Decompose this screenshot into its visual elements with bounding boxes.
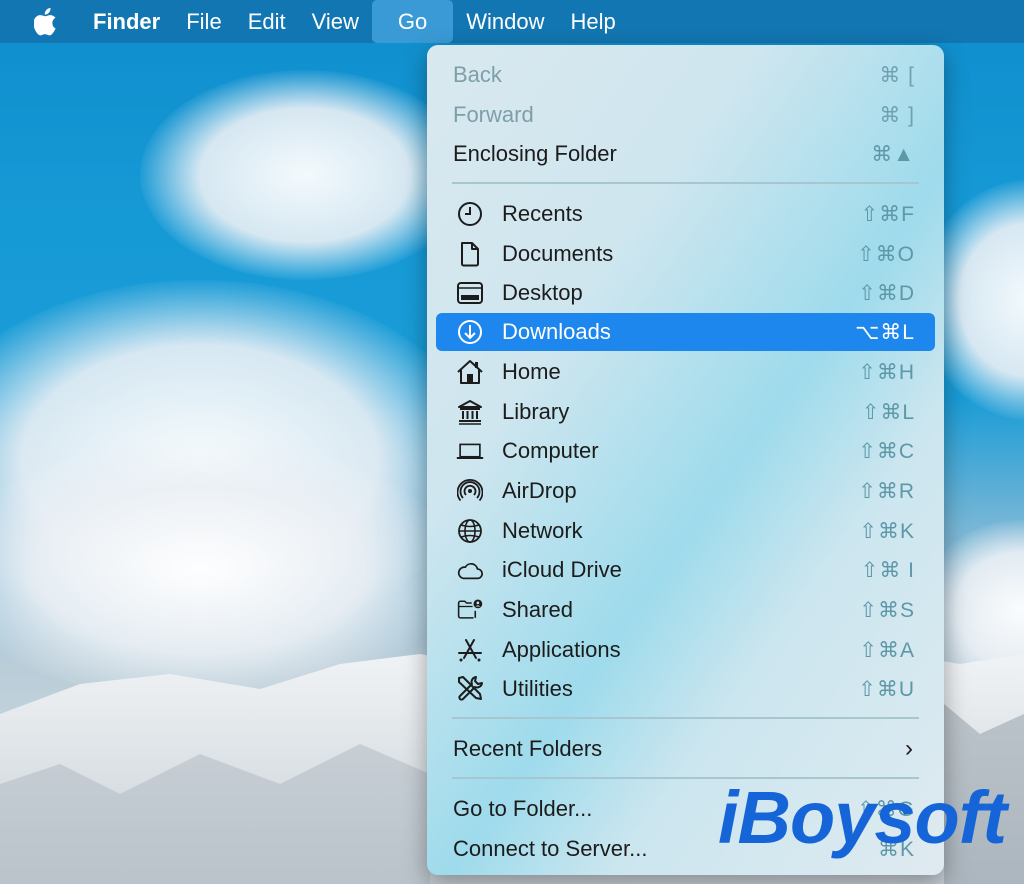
clock-icon [456,200,484,228]
shortcut: ⇧⌘S [859,598,915,622]
home-icon [456,358,484,386]
menu-file[interactable]: File [173,0,234,43]
shortcut: ⇧⌘U [858,677,915,701]
shortcut: ⇧⌘D [858,281,915,305]
menu-item-label: Downloads [502,319,611,344]
menu-item-recent-folders[interactable]: Recent Folders › [436,730,935,768]
menu-item-label: Desktop [502,280,583,305]
menu-item-label: Computer [502,438,599,463]
shortcut: ⇧⌘K [859,519,915,543]
menu-item-icloud-drive[interactable]: iCloud Drive ⇧⌘ I [436,551,935,589]
menu-edit[interactable]: Edit [235,0,299,43]
menu-item-downloads[interactable]: Downloads ⌥⌘L [436,313,935,351]
menu-item-label: Utilities [502,676,573,701]
menu-item-label: Enclosing Folder [453,141,617,166]
menu-item-desktop[interactable]: Desktop ⇧⌘D [436,274,935,312]
menu-item-utilities[interactable]: Utilities ⇧⌘U [436,670,935,708]
menu-item-label: Recent Folders [453,736,603,761]
menu-item-label: Back [453,62,502,87]
menu-item-label: Library [502,399,570,424]
menu-item-applications[interactable]: Applications ⇧⌘A [436,631,935,669]
menu-separator [452,717,919,719]
shortcut: ⇧⌘A [859,638,915,662]
menu-item-library[interactable]: Library ⇧⌘L [436,393,935,431]
shortcut: ⇧⌘F [860,202,915,226]
iboysoft-watermark: iBoysoft [718,776,1007,859]
menu-item-shared[interactable]: Shared ⇧⌘S [436,591,935,629]
menu-item-label: iCloud Drive [502,557,622,582]
shortcut: ⇧⌘ I [860,558,915,582]
airdrop-icon [456,477,484,505]
go-menu-dropdown: Back ⌘ [ Forward ⌘ ] Enclosing Folder ⌘▲… [427,45,944,875]
apple-menu[interactable] [0,0,80,43]
menu-item-label: Recents [502,201,583,226]
menu-finder[interactable]: Finder [80,0,173,43]
menu-item-home[interactable]: Home ⇧⌘H [436,353,935,391]
menu-item-label: Home [502,359,561,384]
shortcut: ⇧⌘L [861,400,915,424]
document-icon [456,240,484,268]
download-icon [456,318,484,346]
menu-item-label: Shared [502,597,573,622]
menu-item-back[interactable]: Back ⌘ [ [436,56,935,94]
menu-go[interactable]: Go [371,0,454,43]
menu-item-label: Network [502,518,583,543]
shortcut: ⌘ ] [879,103,915,127]
shortcut: ⇧⌘H [858,360,915,384]
shortcut: ⌥⌘L [855,320,915,344]
menu-window[interactable]: Window [453,0,557,43]
chevron-right-icon: › [905,735,913,762]
desktop-icon [456,279,484,307]
shortcut: ⌘ [ [879,63,915,87]
menu-item-label: Connect to Server... [453,836,648,861]
cloud-icon [456,556,484,584]
menu-item-airdrop[interactable]: AirDrop ⇧⌘R [436,472,935,510]
shortcut: ⇧⌘C [858,439,915,463]
menu-item-label: Applications [502,637,621,662]
menu-view[interactable]: View [299,0,372,43]
utilities-icon [456,675,484,703]
menu-item-enclosing-folder[interactable]: Enclosing Folder ⌘▲ [436,135,935,173]
menu-item-label: Forward [453,102,534,127]
globe-icon [456,517,484,545]
laptop-icon [456,437,484,465]
cloud [140,70,470,280]
menu-item-network[interactable]: Network ⇧⌘K [436,512,935,550]
menu-help[interactable]: Help [558,0,629,43]
menu-item-label: Go to Folder... [453,796,593,821]
library-icon [456,398,484,426]
menu-separator [452,182,919,184]
menu-item-label: AirDrop [502,478,577,503]
menu-item-computer[interactable]: Computer ⇧⌘C [436,432,935,470]
shortcut: ⌘▲ [871,142,915,166]
shortcut: ⇧⌘R [858,479,915,503]
menu-item-recents[interactable]: Recents ⇧⌘F [436,195,935,233]
apple-logo-icon [34,7,56,35]
menu-bar: Finder File Edit View Go Window Help [0,0,1024,43]
shortcut: ⇧⌘O [857,242,915,266]
menu-item-forward[interactable]: Forward ⌘ ] [436,96,935,134]
applications-icon [456,636,484,664]
menu-item-documents[interactable]: Documents ⇧⌘O [436,235,935,273]
shared-folder-icon [456,596,484,624]
menu-item-label: Documents [502,241,614,266]
